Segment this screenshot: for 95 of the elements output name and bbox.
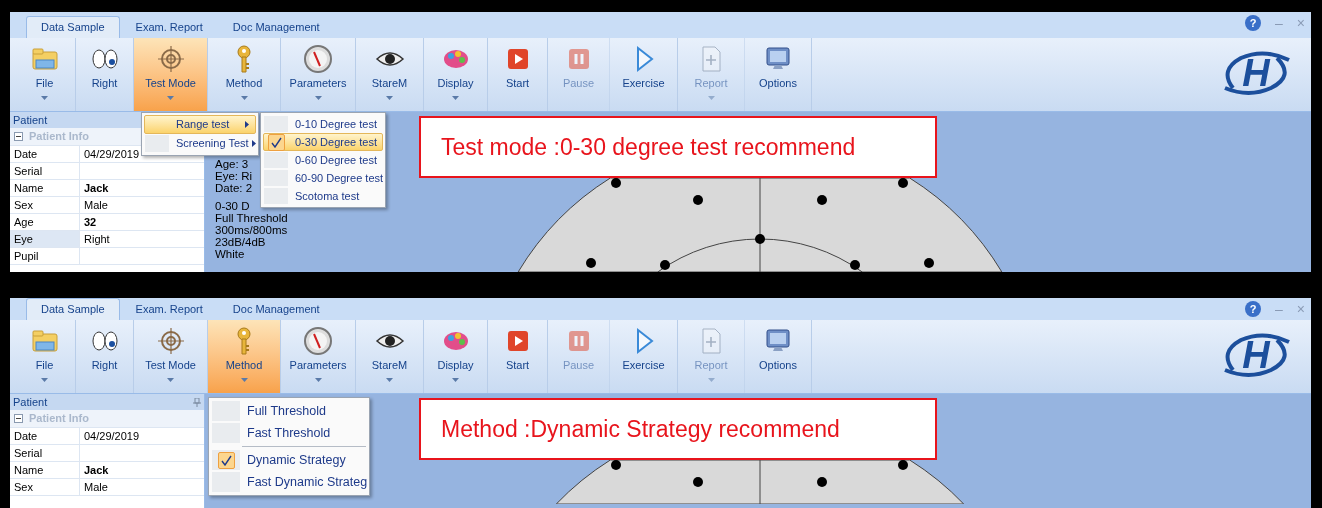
annotation-tooltip: Test mode :0-30 degree test recommend <box>419 116 937 178</box>
table-cell-text: 32 <box>83 215 97 230</box>
info-text: 300ms/800ms <box>215 224 288 236</box>
gauge-icon <box>303 44 333 74</box>
ribbon-button[interactable]: Method <box>208 38 281 111</box>
company-logo: H <box>1219 330 1293 380</box>
menu-item[interactable]: 0-30 Degree test <box>263 133 383 151</box>
ribbon-button[interactable]: Options <box>745 320 812 393</box>
table-cell-text: Right <box>83 232 110 247</box>
caret-icon <box>452 96 459 100</box>
ribbon-button[interactable]: Parameters <box>281 320 356 393</box>
caret-icon <box>240 96 248 100</box>
table-cell: Name <box>10 462 80 478</box>
table-cell: Name <box>10 180 80 196</box>
pin-icon <box>193 397 201 407</box>
ribbon-button[interactable]: Options <box>745 38 812 111</box>
info-text: Full Threshold <box>215 212 288 224</box>
table-cell: Sex <box>10 197 80 213</box>
menu-item[interactable]: Screening Test <box>144 134 256 153</box>
menu-item[interactable]: Dynamic Strategy <box>211 444 367 471</box>
table-cell: Date <box>10 428 80 444</box>
collapse-icon[interactable] <box>14 132 23 141</box>
ribbon-button[interactable]: Test Mode <box>134 38 208 111</box>
table-cell: Age <box>10 214 80 230</box>
menu-item[interactable]: Range test <box>144 115 256 134</box>
ribbon-button[interactable]: Parameters <box>281 38 356 111</box>
caret-icon <box>707 378 715 382</box>
menu-item[interactable]: Fast Threshold <box>211 422 367 444</box>
info-text: White <box>215 248 246 260</box>
annotation-tooltip: Method :Dynamic Strategy recommend <box>419 398 937 460</box>
table-cell: Eye <box>10 231 80 247</box>
table-cell: Date <box>10 146 80 162</box>
info-text: 0-30 D <box>215 200 251 212</box>
submenu-arrow-icon <box>245 121 249 128</box>
ribbon-button[interactable]: StareM <box>356 38 424 111</box>
gauge-icon <box>303 326 333 356</box>
tab[interactable]: Doc Management <box>218 16 334 38</box>
help-button[interactable]: ? <box>1245 15 1261 31</box>
table-cell: Sex <box>10 479 80 495</box>
tab[interactable]: Doc Management <box>218 298 334 320</box>
menu-item[interactable]: 0-10 Degree test <box>263 115 383 133</box>
ribbon-button[interactable]: Exercise <box>610 320 678 393</box>
ribbon-button[interactable]: Exercise <box>610 38 678 111</box>
caret-icon <box>386 378 393 382</box>
ribbon-button[interactable]: StareM <box>356 320 424 393</box>
caret-icon <box>41 96 48 100</box>
ribbon-button[interactable]: File <box>14 38 76 111</box>
menu-item[interactable]: 0-60 Degree test <box>263 151 383 169</box>
table-cell-text: Jack <box>83 181 109 196</box>
ribbon-button[interactable]: Display <box>424 320 488 393</box>
help-button[interactable]: ? <box>1245 301 1261 317</box>
menu-item[interactable]: Fast Dynamic Strateg <box>211 471 367 493</box>
table-cell-text: 04/29/2019 <box>83 147 140 162</box>
ribbon-button[interactable]: Start <box>488 320 548 393</box>
table-cell: Serial <box>10 163 80 179</box>
panel-title: Patient <box>13 394 48 410</box>
caret-icon <box>314 96 322 100</box>
caret-icon <box>240 378 248 382</box>
caret-icon <box>314 378 322 382</box>
menu-item[interactable]: Scotoma test <box>263 187 383 205</box>
section-label: Patient Info <box>29 129 89 145</box>
caret-icon <box>452 378 459 382</box>
table-cell: Pupil <box>10 248 80 264</box>
caret-icon <box>41 378 48 382</box>
ribbon-button[interactable]: Method <box>208 320 281 393</box>
tab[interactable]: Exam. Report <box>121 298 217 320</box>
panel-title: Patient <box>13 112 48 128</box>
info-text: Age: 3 <box>215 158 250 170</box>
ribbon-button[interactable]: File <box>14 320 76 393</box>
ribbon-button[interactable]: Right <box>76 320 134 393</box>
ribbon-button[interactable]: Start <box>488 38 548 111</box>
caret-icon <box>167 96 174 100</box>
info-text: Eye: Ri <box>215 170 254 182</box>
menu-item[interactable]: 60-90 Degree test <box>263 169 383 187</box>
submenu-arrow-icon <box>251 140 256 147</box>
company-logo: H <box>1219 48 1293 98</box>
caret-icon <box>167 378 174 382</box>
tab[interactable]: Data Sample <box>26 16 120 38</box>
info-text: Date: 2 <box>215 182 254 194</box>
info-text: 23dB/4dB <box>215 236 267 248</box>
caret-icon <box>386 96 393 100</box>
collapse-icon[interactable] <box>14 414 23 423</box>
table-cell-text: Jack <box>83 463 109 478</box>
crosshair-icon <box>155 44 186 74</box>
ribbon-button[interactable]: Display <box>424 38 488 111</box>
menu-item[interactable]: Full Threshold <box>211 400 367 422</box>
caret-icon <box>707 96 715 100</box>
tab[interactable]: Exam. Report <box>121 16 217 38</box>
table-cell-text: Male <box>83 198 108 213</box>
table-cell: Serial <box>10 445 80 461</box>
table-cell-text: 04/29/2019 <box>83 429 140 444</box>
table-cell-text: Male <box>83 480 108 495</box>
section-label: Patient Info <box>29 411 89 427</box>
crosshair-icon <box>155 326 186 356</box>
tab[interactable]: Data Sample <box>26 298 120 320</box>
